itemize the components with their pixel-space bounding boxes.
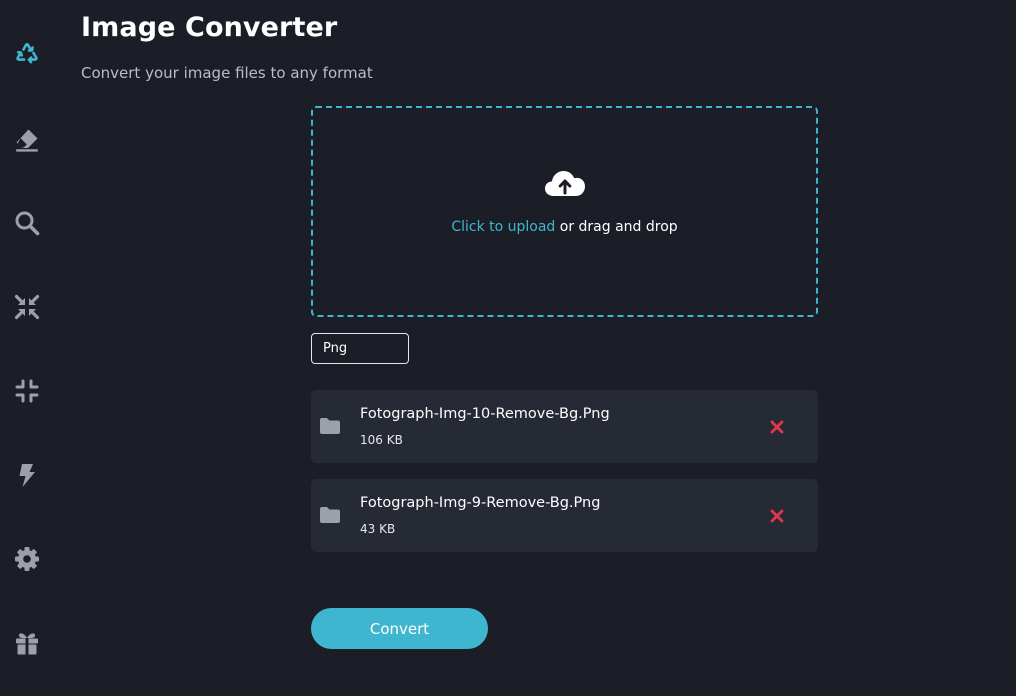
eraser-icon: [16, 129, 38, 152]
upload-prompt: Click to upload or drag and drop: [313, 219, 816, 235]
bolt-icon: [19, 464, 35, 487]
cloud-upload-icon: [545, 171, 585, 196]
remove-file-button[interactable]: [765, 504, 789, 528]
page-subtitle: Convert your image files to any format: [81, 64, 373, 82]
file-name: Fotograph-Img-10-Remove-Bg.Png: [360, 406, 610, 422]
gear-icon: [15, 547, 39, 571]
upload-dropzone[interactable]: Click to upload or drag and drop: [311, 106, 818, 317]
sidebar-item-shrink[interactable]: [8, 372, 46, 410]
shrink-icon: [15, 379, 39, 403]
sidebar: [0, 0, 54, 696]
file-item: Fotograph-Img-9-Remove-Bg.Png 43 KB: [311, 479, 818, 552]
search-icon: [15, 211, 40, 236]
sidebar-item-settings[interactable]: [8, 540, 46, 578]
file-item: Fotograph-Img-10-Remove-Bg.Png 106 KB: [311, 390, 818, 463]
close-icon: [770, 509, 784, 523]
page-title: Image Converter: [81, 12, 338, 43]
sidebar-item-search[interactable]: [8, 204, 46, 242]
file-size: 106 KB: [360, 433, 403, 447]
compress-icon: [14, 294, 40, 320]
sidebar-item-eraser[interactable]: [8, 120, 46, 158]
recycle-icon: [16, 42, 38, 64]
close-icon: [770, 420, 784, 434]
file-name: Fotograph-Img-9-Remove-Bg.Png: [360, 495, 601, 511]
folder-icon: [320, 507, 340, 523]
click-to-upload-link[interactable]: Click to upload: [451, 219, 555, 235]
sidebar-item-converter[interactable]: [8, 35, 46, 73]
format-select[interactable]: Png: [311, 333, 409, 364]
convert-button[interactable]: Convert: [311, 608, 488, 649]
gift-icon: [16, 633, 38, 655]
drag-drop-text: or drag and drop: [555, 219, 678, 235]
folder-icon: [320, 418, 340, 434]
sidebar-item-rewards[interactable]: [8, 624, 46, 662]
sidebar-item-enhance[interactable]: [8, 456, 46, 494]
remove-file-button[interactable]: [765, 415, 789, 439]
file-size: 43 KB: [360, 522, 396, 536]
sidebar-item-compress[interactable]: [8, 288, 46, 326]
